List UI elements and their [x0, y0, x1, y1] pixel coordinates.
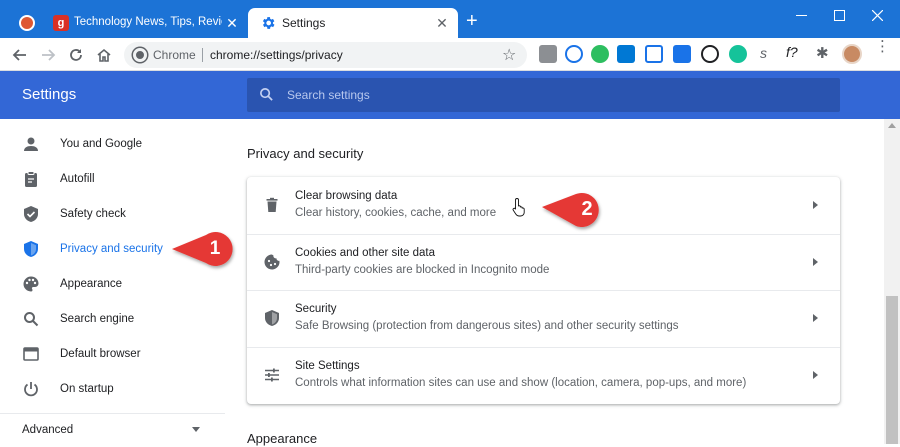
site-label: Chrome [153, 48, 196, 62]
clipboard-icon [22, 170, 40, 188]
power-icon [22, 380, 40, 398]
sidebar-item-label: Default browser [60, 347, 141, 360]
close-tab-icon[interactable]: ✕ [434, 15, 450, 31]
sidebar-item-default-browser[interactable]: Default browser [0, 336, 225, 371]
row-title: Cookies and other site data [295, 247, 436, 259]
windows-icon[interactable] [617, 45, 635, 63]
sidebar-advanced-toggle[interactable]: Advanced [0, 412, 225, 447]
sidebar-item-label: Privacy and security [60, 242, 163, 255]
menu-kebab-icon[interactable]: ⋮ [875, 39, 890, 54]
extension-chat-icon[interactable] [565, 45, 583, 63]
hand-cursor-icon [512, 197, 528, 217]
sidebar-item-label: You and Google [60, 137, 143, 150]
browser-icon [22, 345, 40, 363]
arrow-right-icon [813, 314, 818, 322]
search-icon [22, 310, 40, 328]
sidebar: You and Google Autofill Safety check Pri… [0, 119, 225, 444]
section-title: Privacy and security [247, 146, 364, 161]
extension-tab-icon[interactable] [673, 45, 691, 63]
sidebar-item-label: Safety check [60, 207, 126, 220]
sidebar-item-appearance[interactable]: Appearance [0, 266, 225, 301]
home-button[interactable] [92, 43, 116, 67]
tab-title: Settings [282, 16, 326, 30]
sidebar-item-label: Autofill [60, 172, 95, 185]
row-site-settings[interactable]: Site Settings Controls what information … [247, 347, 840, 404]
avatar[interactable] [842, 44, 862, 64]
extension-s-icon[interactable]: s [760, 45, 767, 61]
row-cookies[interactable]: Cookies and other site data Third-party … [247, 234, 840, 291]
cookie-icon [263, 253, 281, 271]
extension-function-icon[interactable]: f? [786, 44, 798, 60]
sidebar-item-autofill[interactable]: Autofill [0, 161, 225, 196]
tab-technology-news[interactable]: g Technology News, Tips, Reviews, ✕ [44, 8, 248, 38]
row-title: Security [295, 303, 337, 315]
sidebar-item-label: Search engine [60, 312, 135, 325]
extensions-puzzle-icon[interactable]: ✱ [816, 44, 829, 62]
trash-icon [263, 196, 281, 214]
search-icon [259, 87, 274, 102]
search-placeholder: Search settings [287, 88, 370, 102]
gotechtips-icon: g [53, 15, 69, 31]
address-bar[interactable]: Chrome chrome://settings/privacy ☆ [124, 42, 527, 68]
scrollbar-thumb[interactable] [886, 296, 898, 444]
person-icon [22, 135, 40, 153]
row-security[interactable]: Security Safe Browsing (protection from … [247, 290, 840, 347]
tab-settings[interactable]: Settings ✕ [248, 8, 458, 38]
tab-strip: g Technology News, Tips, Reviews, ✕ Sett… [0, 0, 900, 38]
grammarly-icon[interactable] [729, 45, 747, 63]
bookmark-star-icon[interactable]: ☆ [502, 45, 516, 65]
sidebar-item-label: On startup [60, 382, 114, 395]
shield-icon [263, 309, 281, 327]
evernote-icon[interactable] [591, 45, 609, 63]
reload-button[interactable] [64, 43, 88, 67]
row-title: Site Settings [295, 360, 360, 372]
new-tab-button[interactable]: + [466, 11, 478, 31]
url-text: chrome://settings/privacy [210, 48, 343, 62]
extension-pdf-icon[interactable] [539, 45, 557, 63]
sidebar-item-you-and-google[interactable]: You and Google [0, 126, 225, 161]
row-title: Clear browsing data [295, 190, 398, 202]
close-tab-icon[interactable]: ✕ [224, 15, 240, 31]
scroll-up-arrow-icon[interactable] [888, 123, 896, 128]
sidebar-item-search-engine[interactable]: Search engine [0, 301, 225, 336]
row-subtitle: Controls what information sites can use … [295, 377, 747, 389]
palette-icon [22, 275, 40, 293]
row-subtitle: Third-party cookies are blocked in Incog… [295, 264, 550, 276]
advanced-label: Advanced [22, 423, 74, 436]
forward-button[interactable] [36, 43, 60, 67]
arrow-right-icon [813, 258, 818, 266]
shield-check-icon [22, 205, 40, 223]
tab-title: Technology News, Tips, Reviews, [74, 16, 222, 28]
callout-number: 2 [581, 198, 593, 220]
sidebar-item-on-startup[interactable]: On startup [0, 371, 225, 406]
info-icon[interactable] [701, 45, 719, 63]
sidebar-item-safety-check[interactable]: Safety check [0, 196, 225, 231]
row-subtitle: Clear history, cookies, cache, and more [295, 207, 497, 219]
gear-icon [260, 15, 276, 31]
page-title: Settings [22, 86, 77, 103]
tune-icon [263, 366, 281, 384]
save-icon[interactable] [645, 45, 663, 63]
back-button[interactable] [8, 43, 32, 67]
chrome-icon [133, 48, 147, 62]
address-separator [202, 48, 203, 62]
callout-number: 1 [209, 238, 221, 259]
shield-icon [22, 240, 40, 258]
callout-2: 2 [542, 192, 610, 228]
sidebar-item-label: Appearance [60, 277, 123, 290]
tab-duckduckgo[interactable] [8, 8, 44, 38]
close-window-button[interactable] [854, 0, 900, 30]
duckduckgo-icon [19, 15, 35, 31]
row-subtitle: Safe Browsing (protection from dangerous… [295, 320, 679, 332]
arrow-right-icon [813, 201, 818, 209]
arrow-right-icon [813, 371, 818, 379]
callout-1: 1 [172, 232, 238, 266]
chevron-down-icon [192, 427, 200, 432]
